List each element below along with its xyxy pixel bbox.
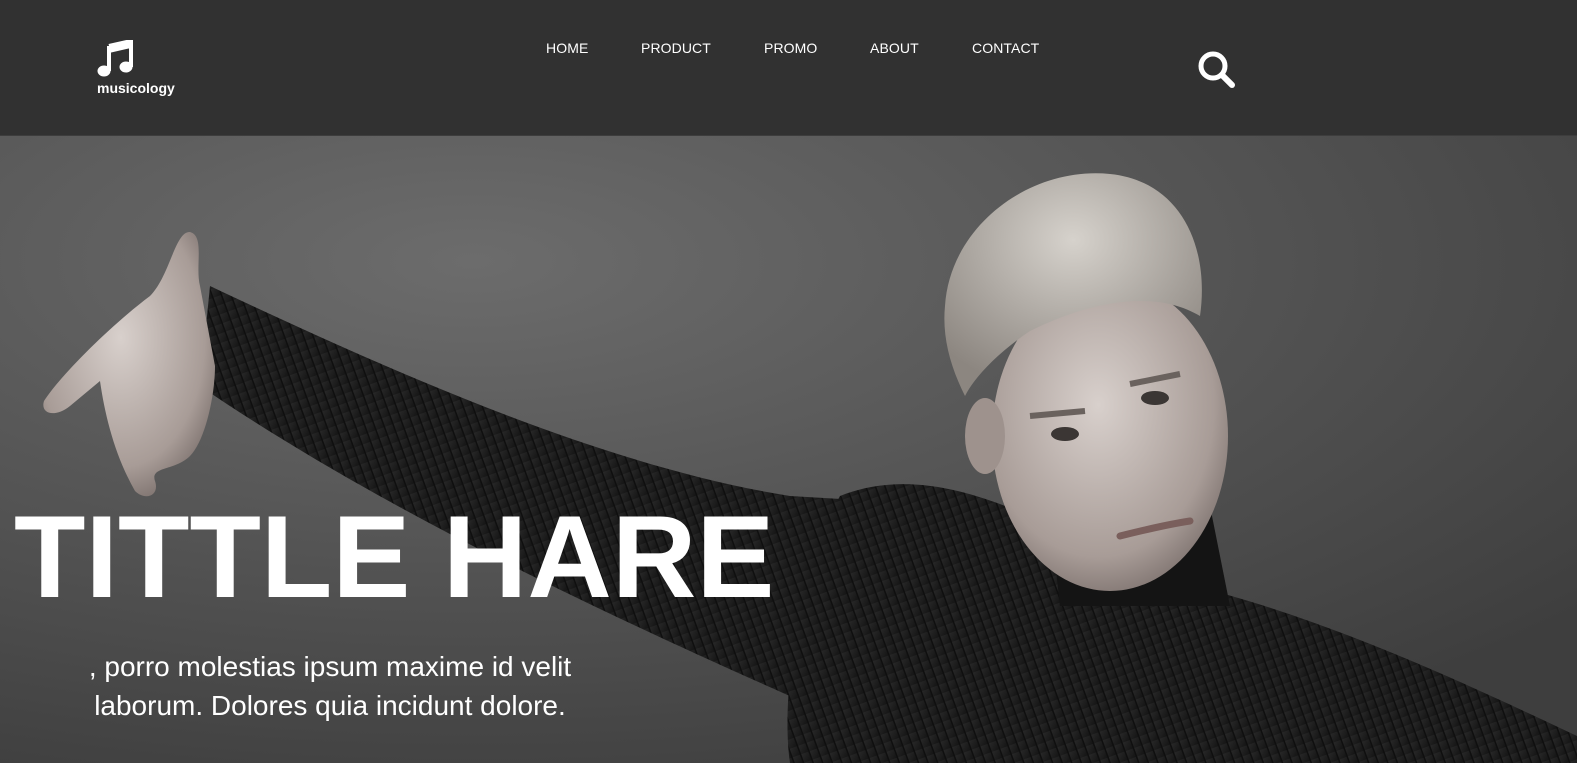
nav-promo[interactable]: PROMO [764,40,817,56]
site-header: musicology HOME PRODUCT PROMO ABOUT CONT… [0,0,1577,136]
brand-name: musicology [97,80,175,96]
brand-logo[interactable]: musicology [97,40,187,100]
music-note-icon [97,40,133,77]
nav-about[interactable]: ABOUT [870,40,919,56]
search-icon [1198,51,1235,88]
hero-subtitle: , porro molestias ipsum maxime id velit … [88,651,572,721]
nav-contact[interactable]: CONTACT [972,40,1039,56]
hero-title: TITTLE HARE [14,491,775,622]
search-button[interactable] [1196,49,1238,91]
nav-product[interactable]: PRODUCT [641,40,711,56]
hero-section: TITTLE HARE , porro molestias ipsum maxi… [0,136,1577,763]
nav-home[interactable]: HOME [546,40,588,56]
